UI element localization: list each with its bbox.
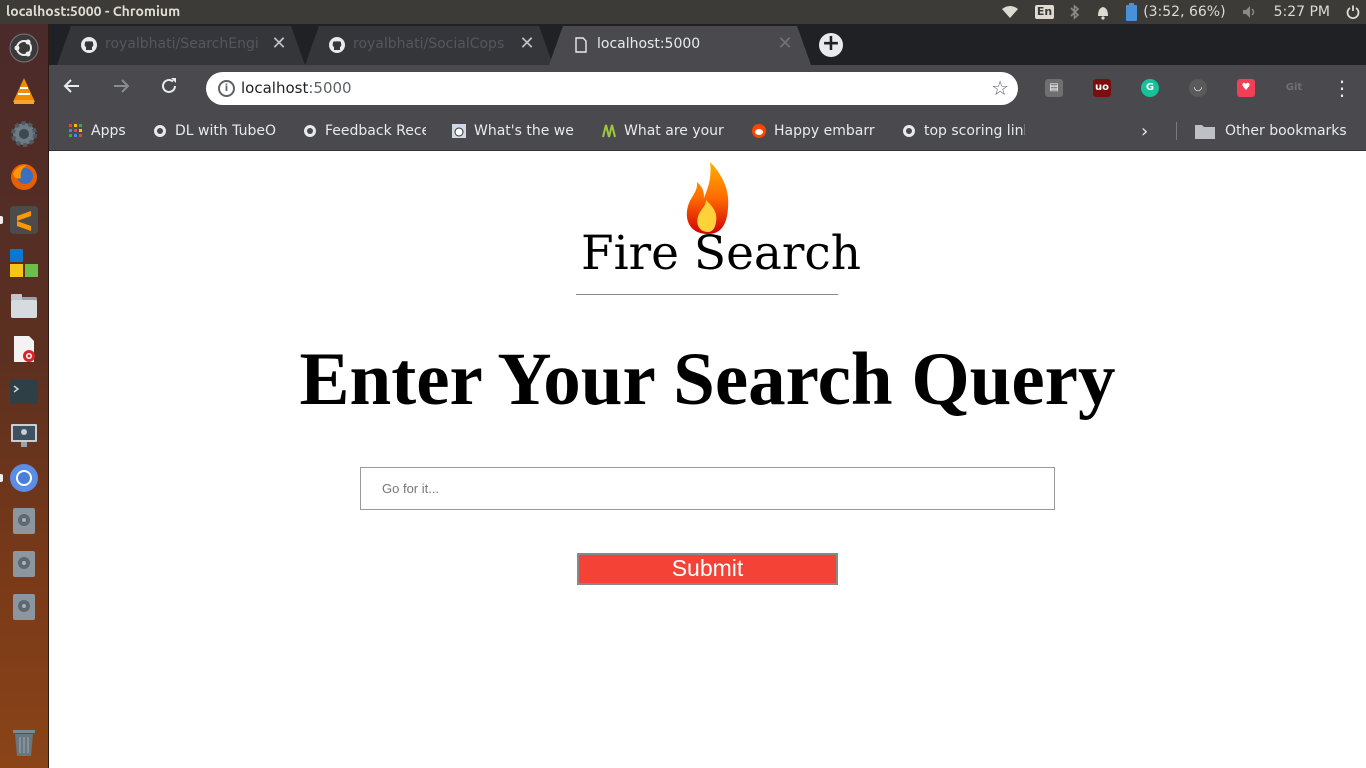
tab-github-searchengine[interactable]: royalbhati/SearchEngi ✕ xyxy=(57,26,305,65)
bookmark-what-are-your[interactable]: What are your xyxy=(602,121,725,141)
power-icon[interactable] xyxy=(1346,5,1360,19)
volume-icon[interactable] xyxy=(1242,5,1258,19)
bookmark-dl-with-tubeo[interactable]: DL with TubeO xyxy=(153,121,276,141)
disk-icon[interactable] xyxy=(6,503,42,539)
software-center-icon[interactable] xyxy=(6,245,42,281)
tab-title: royalbhati/SearchEngi xyxy=(105,36,259,52)
reddit-icon xyxy=(452,124,466,138)
sublime-text-icon[interactable] xyxy=(6,202,42,238)
gitzip-icon[interactable]: Git xyxy=(1285,79,1303,97)
system-top-bar: localhost:5000 - Chromium En (3:52, 66%)… xyxy=(0,0,1366,24)
trash-icon[interactable] xyxy=(6,724,42,760)
tab-strip: royalbhati/SearchEngi ✕ royalbhati/Socia… xyxy=(49,24,1366,65)
search-input[interactable] xyxy=(360,467,1055,510)
url-text: localhost:5000 xyxy=(241,79,352,97)
bookmark-top-scoring-link[interactable]: top scoring link xyxy=(902,121,1025,141)
notification-bell-icon[interactable] xyxy=(1096,4,1110,20)
bookmark-feedback-rece[interactable]: Feedback Rece xyxy=(303,121,426,141)
github-icon xyxy=(154,125,166,137)
battery-text: (3:52, 66%) xyxy=(1143,4,1226,20)
battery-icon xyxy=(1126,3,1138,21)
forward-icon[interactable] xyxy=(110,77,132,99)
folder-icon xyxy=(1195,125,1215,139)
reddit-icon xyxy=(752,124,766,138)
remote-desktop-icon[interactable] xyxy=(6,417,42,453)
tab-close-icon[interactable]: ✕ xyxy=(777,35,793,53)
terminal-icon[interactable] xyxy=(6,374,42,410)
reload-icon[interactable] xyxy=(158,77,180,99)
github-icon xyxy=(81,37,97,53)
bluetooth-icon[interactable] xyxy=(1070,4,1080,20)
firefox-icon[interactable] xyxy=(6,159,42,195)
document-viewer-icon[interactable] xyxy=(6,331,42,367)
launcher-running-indicator xyxy=(0,474,3,482)
tab-title: royalbhati/SocialCops xyxy=(353,36,505,52)
back-icon[interactable] xyxy=(61,77,83,99)
vlc-icon[interactable] xyxy=(6,73,42,109)
browser-toolbar: i localhost:5000 ☆ ▤ uo G ◡ ♥ Git ⋮ xyxy=(49,65,1366,112)
launcher-running-indicator xyxy=(0,216,3,224)
fire-logo-icon xyxy=(686,162,729,234)
ubuntu-dash-icon[interactable] xyxy=(6,30,42,66)
window-title: localhost:5000 - Chromium xyxy=(6,3,181,19)
other-bookmarks-folder[interactable]: Other bookmarks xyxy=(1195,121,1347,141)
extension-icon[interactable]: ▤ xyxy=(1045,79,1063,97)
clock[interactable]: 5:27 PM xyxy=(1274,4,1330,20)
tab-title: localhost:5000 xyxy=(597,36,701,52)
bookmarks-overflow-chevron-icon[interactable]: › xyxy=(1141,121,1148,142)
github-icon xyxy=(304,125,316,137)
tab-close-icon[interactable]: ✕ xyxy=(519,35,535,53)
apps-grid-icon xyxy=(69,124,82,137)
new-tab-button[interactable]: + xyxy=(819,33,843,57)
pocket-save-icon[interactable]: ◡ xyxy=(1189,79,1207,97)
tab-github-socialcops[interactable]: royalbhati/SocialCops ✕ xyxy=(305,26,553,65)
menu-icon[interactable]: ⋮ xyxy=(1331,77,1353,99)
chromium-icon[interactable] xyxy=(6,460,42,496)
grammarly-icon[interactable]: G xyxy=(1141,79,1159,97)
web-page: Fire Search Enter Your Search Query Subm… xyxy=(49,152,1366,768)
nf-icon xyxy=(602,124,616,138)
bookmark-star-icon[interactable]: ☆ xyxy=(991,76,1009,100)
bookmark-happy-embarra[interactable]: Happy embarra xyxy=(752,121,875,141)
page-icon xyxy=(575,37,587,53)
submit-button[interactable]: Submit xyxy=(577,553,838,585)
unity-launcher xyxy=(0,24,49,768)
settings-icon[interactable] xyxy=(6,116,42,152)
disk-icon[interactable] xyxy=(6,589,42,625)
github-icon xyxy=(903,125,915,137)
system-tray: En (3:52, 66%) 5:27 PM xyxy=(1001,0,1366,24)
files-icon[interactable] xyxy=(6,288,42,324)
page-headline: Enter Your Search Query xyxy=(299,338,1116,421)
github-icon xyxy=(329,37,345,53)
battery-indicator[interactable]: (3:52, 66%) xyxy=(1126,3,1226,21)
disk-icon[interactable] xyxy=(6,546,42,582)
bookmarks-divider xyxy=(1176,122,1177,140)
tab-close-icon[interactable]: ✕ xyxy=(271,35,287,53)
pocket-icon[interactable]: ♥ xyxy=(1237,79,1255,97)
address-bar[interactable]: i localhost:5000 ☆ xyxy=(206,72,1018,105)
bookmark-whats-the-wei[interactable]: What's the wei xyxy=(452,121,575,141)
bookmark-apps[interactable]: Apps xyxy=(69,121,126,141)
wifi-icon[interactable] xyxy=(1001,5,1019,19)
ublock-icon[interactable]: uo xyxy=(1093,79,1111,97)
site-info-icon[interactable]: i xyxy=(218,80,235,97)
keyboard-language-indicator[interactable]: En xyxy=(1034,5,1055,19)
tab-localhost[interactable]: localhost:5000 ✕ xyxy=(549,26,811,65)
bookmarks-bar: Apps DL with TubeO Feedback Rece What's … xyxy=(49,112,1366,151)
brand-title: Fire Search xyxy=(581,226,861,281)
brand-divider xyxy=(576,294,838,295)
